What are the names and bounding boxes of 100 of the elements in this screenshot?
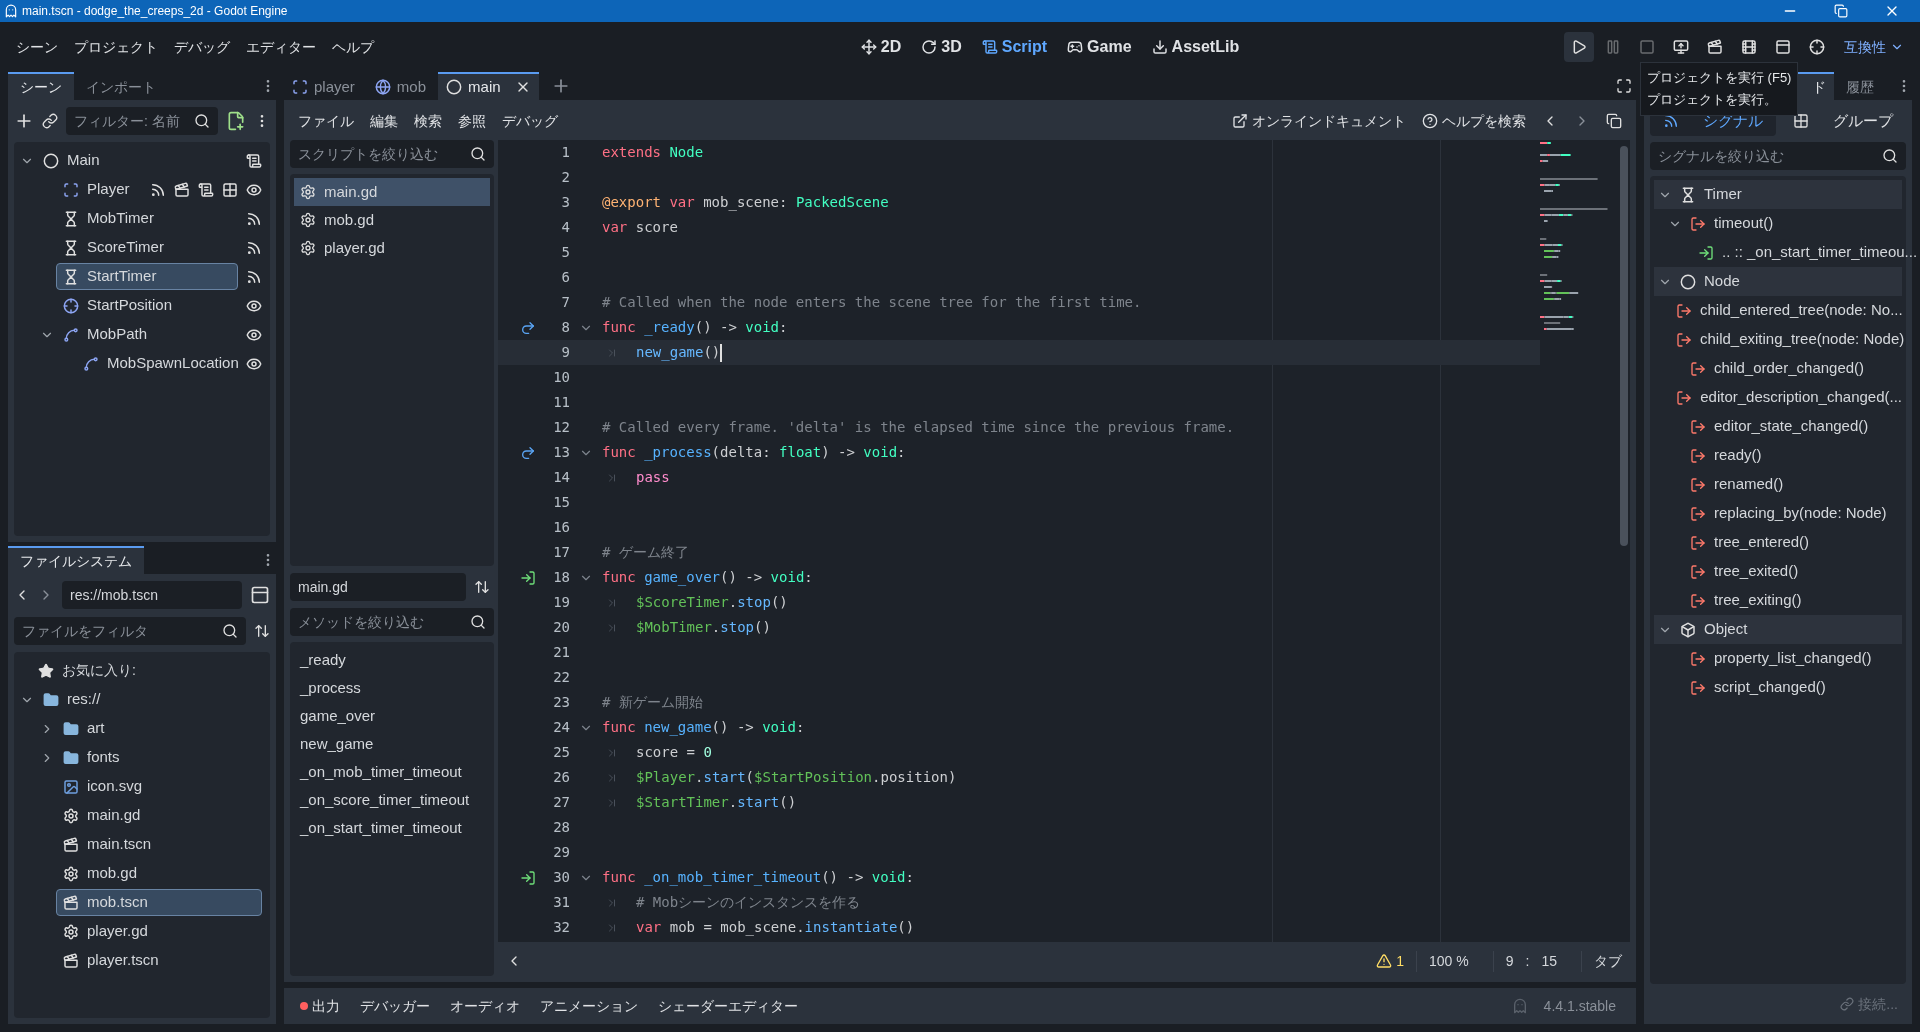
workspace-button[interactable]: AssetLib bbox=[1143, 32, 1248, 62]
bottom-tab[interactable]: シェーダーエディター bbox=[650, 991, 806, 1021]
script-name-field[interactable]: main.gd bbox=[290, 573, 466, 601]
script-item[interactable]: player.gd bbox=[294, 234, 490, 262]
signal-item[interactable]: renamed() bbox=[1714, 473, 1784, 496]
link-icon[interactable] bbox=[42, 113, 58, 129]
signal-item[interactable]: editor_description_changed(... bbox=[1700, 386, 1902, 409]
connection-item[interactable]: .. :: _on_start_timer_timeou... bbox=[1722, 241, 1918, 264]
tree-item[interactable]: MobPath bbox=[56, 321, 238, 348]
tab[interactable]: 履歴 bbox=[1834, 72, 1886, 100]
signal-item[interactable]: tree_exiting() bbox=[1714, 589, 1802, 612]
renderer-dropdown[interactable]: 互換性 bbox=[1836, 32, 1912, 62]
tab[interactable]: player bbox=[284, 72, 363, 100]
signal-item[interactable]: script_changed() bbox=[1714, 676, 1826, 699]
enter-arrow-icon[interactable] bbox=[520, 869, 536, 886]
tree-item[interactable]: art bbox=[56, 715, 262, 742]
tree-item[interactable]: Player bbox=[56, 176, 142, 203]
signal-item[interactable]: editor_state_changed() bbox=[1714, 415, 1869, 438]
code-line: $ScoreTimer.stop() bbox=[636, 593, 788, 612]
script-item[interactable]: main.gd bbox=[294, 178, 490, 206]
toolbar-button[interactable] bbox=[1564, 32, 1594, 62]
menu-item[interactable]: デバッグ bbox=[166, 32, 238, 62]
workspace-button[interactable]: Game bbox=[1059, 32, 1140, 62]
script-icon bbox=[198, 181, 214, 198]
search-icon bbox=[1882, 148, 1898, 164]
tree-item[interactable]: player.gd bbox=[56, 918, 262, 945]
tree-item[interactable]: StartPosition bbox=[56, 292, 238, 319]
menu-item[interactable]: 検索 bbox=[406, 107, 450, 135]
menu-item[interactable]: シーン bbox=[8, 32, 66, 62]
tree-item[interactable]: mob.tscn bbox=[56, 889, 262, 916]
tree-item[interactable]: Main bbox=[36, 147, 238, 174]
method-item[interactable]: _process bbox=[294, 674, 490, 702]
method-item[interactable]: _on_start_timer_timeout bbox=[294, 814, 490, 842]
path-field[interactable]: res://mob.tscn bbox=[62, 581, 242, 609]
filter-field[interactable]: シグナルを絞り込む bbox=[1650, 142, 1906, 170]
workspace-button[interactable]: 3D bbox=[913, 32, 970, 62]
filter-field[interactable]: フィルター: 名前 bbox=[66, 107, 218, 135]
curved-arrow-icon[interactable] bbox=[520, 319, 536, 336]
method-item[interactable]: game_over bbox=[294, 702, 490, 730]
tree-item[interactable]: res:// bbox=[36, 686, 262, 713]
filter-field[interactable]: メソッドを絞り込む bbox=[290, 608, 494, 636]
tree-item[interactable]: MobTimer bbox=[56, 205, 238, 232]
menu-item[interactable]: 編集 bbox=[362, 107, 406, 135]
tree-item[interactable]: mob.gd bbox=[56, 860, 262, 887]
tree-item[interactable]: fonts bbox=[56, 744, 262, 771]
method-item[interactable]: _on_mob_timer_timeout bbox=[294, 758, 490, 786]
script-plus-icon[interactable] bbox=[226, 111, 246, 131]
signal-item[interactable]: child_entered_tree(node: No... bbox=[1700, 299, 1903, 322]
bottom-tab[interactable]: オーディオ bbox=[442, 991, 528, 1021]
signal-item[interactable]: child_exiting_tree(node: Node) bbox=[1700, 328, 1905, 351]
tree-item[interactable]: main.tscn bbox=[56, 831, 262, 858]
signal-item[interactable]: tree_exited() bbox=[1714, 560, 1799, 583]
menu-item[interactable]: 参照 bbox=[450, 107, 494, 135]
filter-field[interactable]: ファイルをフィルタ bbox=[14, 617, 246, 645]
tree-item[interactable]: player.tscn bbox=[56, 947, 262, 974]
online-docs-button[interactable]: オンラインドキュメント bbox=[1224, 110, 1414, 132]
signal-item[interactable]: child_order_changed() bbox=[1714, 357, 1865, 380]
signal-item[interactable]: property_list_changed() bbox=[1714, 647, 1872, 670]
bottom-tab[interactable]: 出力 bbox=[292, 991, 348, 1021]
method-item[interactable]: _on_score_timer_timeout bbox=[294, 786, 490, 814]
signal-item[interactable]: ready() bbox=[1714, 444, 1762, 467]
curved-arrow-icon[interactable] bbox=[520, 444, 536, 461]
bottom-tab[interactable]: デバッガー bbox=[352, 991, 438, 1021]
warnings-button[interactable]: 1 bbox=[1376, 950, 1405, 972]
menu-item[interactable]: プロジェクト bbox=[66, 32, 166, 62]
signal-item[interactable]: tree_entered() bbox=[1714, 531, 1810, 554]
restore-icon[interactable] bbox=[1834, 4, 1848, 18]
layout-icon[interactable] bbox=[250, 585, 270, 605]
tree-item[interactable]: ScoreTimer bbox=[56, 234, 238, 261]
tab[interactable]: ファイルシステム bbox=[8, 546, 144, 574]
tab[interactable]: インポート bbox=[74, 72, 168, 100]
workspace-button[interactable]: Script bbox=[973, 32, 1056, 62]
method-item[interactable]: _ready bbox=[294, 646, 490, 674]
tab[interactable]: mob bbox=[366, 72, 435, 100]
sort-icon[interactable] bbox=[254, 623, 270, 639]
tree-item[interactable]: MobSpawnLocation bbox=[76, 350, 238, 377]
signal-item[interactable]: timeout() bbox=[1714, 212, 1774, 235]
bottom-tab[interactable]: アニメーション bbox=[532, 991, 646, 1021]
menu-item[interactable]: ファイル bbox=[290, 107, 362, 135]
tree-item[interactable]: main.gd bbox=[56, 802, 262, 829]
enter-arrow-icon[interactable] bbox=[520, 569, 536, 586]
script-item[interactable]: mob.gd bbox=[294, 206, 490, 234]
toggle-panel-icon[interactable] bbox=[1606, 113, 1622, 129]
search-help-button[interactable]: ヘルプを検索 bbox=[1414, 110, 1534, 132]
sort-icon[interactable] bbox=[474, 579, 490, 595]
tab[interactable]: シーン bbox=[8, 72, 74, 100]
menu-item[interactable]: ヘルプ bbox=[324, 32, 382, 62]
method-item[interactable]: new_game bbox=[294, 730, 490, 758]
tab[interactable]: main bbox=[438, 72, 539, 100]
code-line: var score bbox=[602, 218, 678, 237]
workspace-button[interactable]: 2D bbox=[852, 32, 910, 62]
filter-field[interactable]: スクリプトを絞り込む bbox=[290, 140, 494, 168]
signal-item[interactable]: replacing_by(node: Node) bbox=[1714, 502, 1887, 525]
hourglass-icon bbox=[1680, 186, 1696, 203]
tree-item[interactable]: StartTimer bbox=[56, 263, 238, 290]
subtab[interactable]: グループ bbox=[1780, 106, 1906, 136]
menu-item[interactable]: デバッグ bbox=[494, 107, 566, 135]
menu-item[interactable]: エディター bbox=[238, 32, 324, 62]
fullscreen-icon[interactable] bbox=[1616, 78, 1632, 94]
tree-item[interactable]: icon.svg bbox=[56, 773, 262, 800]
